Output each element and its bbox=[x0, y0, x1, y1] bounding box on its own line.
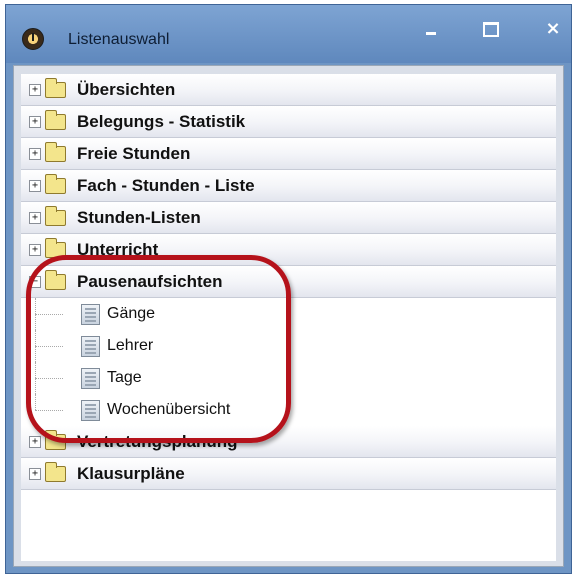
folder-icon bbox=[45, 430, 66, 450]
title-bar[interactable]: Listenauswahl × bbox=[6, 5, 571, 63]
maximize-icon bbox=[483, 22, 499, 37]
folder-icon bbox=[45, 142, 66, 162]
tree-group-label: Fach - Stunden - Liste bbox=[77, 176, 255, 195]
list-tree: + Übersichten + Belegungs - Statistik + … bbox=[21, 74, 556, 561]
minimize-button[interactable] bbox=[416, 15, 446, 43]
tree-group-label: Pausenaufsichten bbox=[77, 272, 223, 291]
folder-icon bbox=[45, 174, 66, 194]
tree-group-klausurplaene[interactable]: + Klausurpläne bbox=[21, 458, 556, 490]
tree-group-label: Vertretungsplanung bbox=[77, 432, 238, 451]
listenauswahl-window: Listenauswahl × + Übersichten + Belegung… bbox=[5, 4, 572, 574]
tree-group-label: Übersichten bbox=[77, 80, 176, 99]
tree-item-gaenge[interactable]: Gänge bbox=[21, 298, 556, 330]
list-document-icon bbox=[81, 336, 100, 357]
close-icon: × bbox=[545, 18, 561, 39]
folder-icon bbox=[45, 462, 66, 482]
client-area: + Übersichten + Belegungs - Statistik + … bbox=[13, 65, 564, 567]
tree-item-label: Gänge bbox=[107, 305, 156, 322]
tree-connector bbox=[35, 346, 63, 348]
tree-connector bbox=[35, 410, 63, 412]
tree-connector bbox=[35, 394, 37, 410]
expand-icon[interactable]: + bbox=[29, 212, 41, 224]
clock-icon bbox=[22, 28, 44, 50]
tree-group-freie-stunden[interactable]: + Freie Stunden bbox=[21, 138, 556, 170]
window-title: Listenauswahl bbox=[68, 31, 170, 48]
tree-group-label: Freie Stunden bbox=[77, 144, 191, 163]
list-document-icon bbox=[81, 400, 100, 421]
expand-icon[interactable]: + bbox=[29, 148, 41, 160]
expand-icon[interactable]: + bbox=[29, 116, 41, 128]
expand-icon[interactable]: + bbox=[29, 468, 41, 480]
tree-item-label: Wochenübersicht bbox=[107, 401, 231, 418]
collapse-icon[interactable]: − bbox=[29, 276, 41, 288]
list-document-icon bbox=[81, 368, 100, 389]
tree-item-label: Lehrer bbox=[107, 337, 154, 354]
tree-group-unterricht[interactable]: + Unterricht bbox=[21, 234, 556, 266]
minimize-icon bbox=[426, 32, 436, 35]
tree-group-vertretungsplanung[interactable]: + Vertretungsplanung bbox=[21, 426, 556, 458]
tree-group-label: Stunden-Listen bbox=[77, 208, 201, 227]
tree-group-pausenaufsichten[interactable]: − Pausenaufsichten bbox=[21, 266, 556, 298]
close-button[interactable]: × bbox=[538, 15, 568, 43]
tree-group-fach-stunden-liste[interactable]: + Fach - Stunden - Liste bbox=[21, 170, 556, 202]
tree-group-uebersichten[interactable]: + Übersichten bbox=[21, 74, 556, 106]
tree-item-wochenuebersicht[interactable]: Wochenübersicht bbox=[21, 394, 556, 426]
tree-group-stunden-listen[interactable]: + Stunden-Listen bbox=[21, 202, 556, 234]
tree-group-label: Belegungs - Statistik bbox=[77, 112, 246, 131]
folder-icon bbox=[45, 78, 66, 98]
expand-icon[interactable]: + bbox=[29, 84, 41, 96]
tree-item-lehrer[interactable]: Lehrer bbox=[21, 330, 556, 362]
list-document-icon bbox=[81, 304, 100, 325]
tree-group-belegungs-statistik[interactable]: + Belegungs - Statistik bbox=[21, 106, 556, 138]
expand-icon[interactable]: + bbox=[29, 180, 41, 192]
tree-connector bbox=[35, 314, 63, 316]
expand-icon[interactable]: + bbox=[29, 244, 41, 256]
tree-group-label: Klausurpläne bbox=[77, 464, 185, 483]
tree-connector bbox=[35, 378, 63, 380]
tree-group-label: Unterricht bbox=[77, 240, 159, 259]
maximize-button[interactable] bbox=[476, 15, 506, 43]
folder-open-icon bbox=[45, 270, 66, 290]
folder-icon bbox=[45, 110, 66, 130]
tree-item-tage[interactable]: Tage bbox=[21, 362, 556, 394]
folder-icon bbox=[45, 238, 66, 258]
expand-icon[interactable]: + bbox=[29, 436, 41, 448]
folder-icon bbox=[45, 206, 66, 226]
tree-item-label: Tage bbox=[107, 369, 142, 386]
